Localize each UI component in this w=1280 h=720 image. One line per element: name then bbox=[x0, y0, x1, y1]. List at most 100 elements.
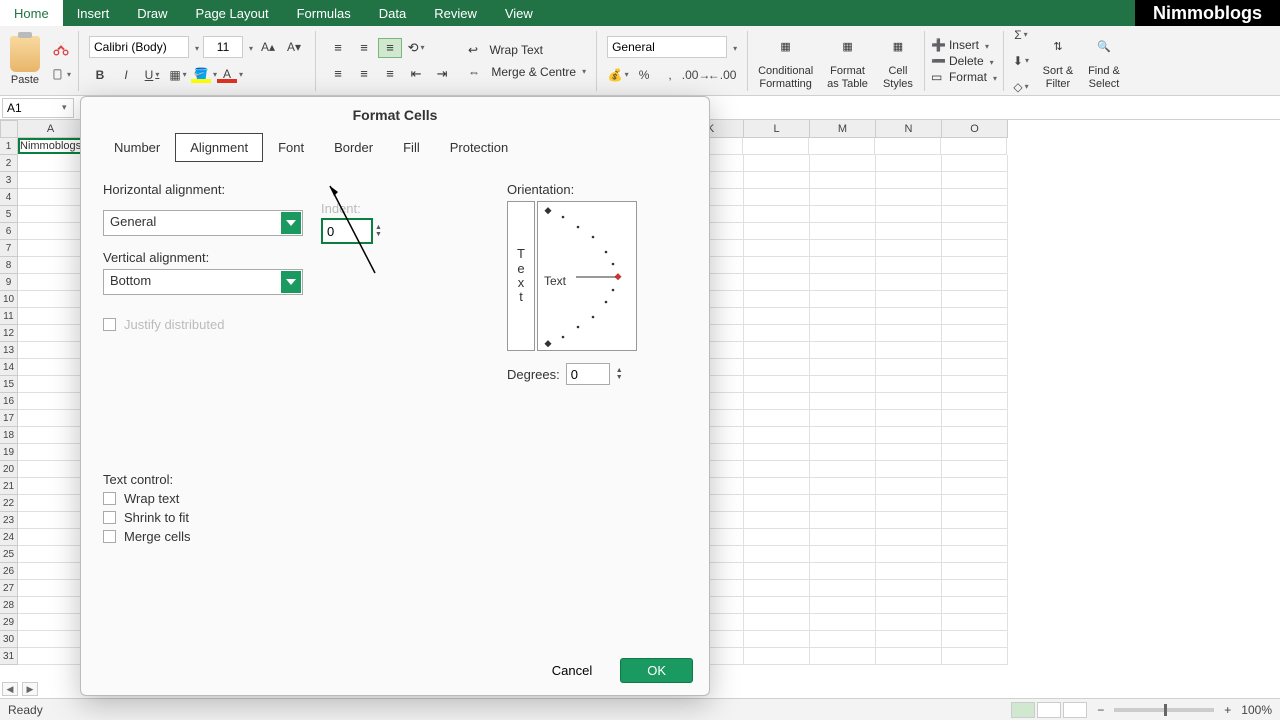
align-left-icon[interactable]: ≡ bbox=[326, 64, 350, 84]
column-header[interactable]: A bbox=[18, 120, 84, 138]
cell[interactable] bbox=[876, 189, 942, 206]
cell[interactable] bbox=[942, 597, 1008, 614]
cell[interactable] bbox=[876, 376, 942, 393]
cell[interactable] bbox=[942, 444, 1008, 461]
row-header[interactable]: 10 bbox=[0, 291, 18, 308]
cell[interactable] bbox=[876, 291, 942, 308]
cell[interactable] bbox=[744, 444, 810, 461]
font-name-select[interactable] bbox=[89, 36, 189, 58]
delete-cells-button[interactable]: ➖Delete bbox=[931, 54, 997, 68]
find-select-button[interactable]: 🔍Find & Select bbox=[1084, 29, 1124, 91]
dropdown-arrow-icon[interactable] bbox=[281, 271, 301, 293]
cell[interactable] bbox=[876, 563, 942, 580]
fill-icon[interactable]: ⬇ bbox=[1010, 50, 1032, 72]
row-header[interactable]: 24 bbox=[0, 529, 18, 546]
cell[interactable] bbox=[810, 257, 876, 274]
align-top-icon[interactable]: ≡ bbox=[326, 38, 350, 58]
cell[interactable] bbox=[18, 308, 84, 325]
cell[interactable] bbox=[810, 529, 876, 546]
cell[interactable] bbox=[744, 189, 810, 206]
cell[interactable]: Nimmoblogs bbox=[18, 138, 83, 154]
cell[interactable] bbox=[810, 308, 876, 325]
cell[interactable] bbox=[876, 427, 942, 444]
cell[interactable] bbox=[744, 308, 810, 325]
sheet-next-icon[interactable]: ▶ bbox=[22, 682, 38, 696]
sort-filter-button[interactable]: ⇅Sort & Filter bbox=[1038, 29, 1078, 91]
border-icon[interactable]: ▦ bbox=[167, 64, 189, 86]
align-right-icon[interactable]: ≡ bbox=[378, 64, 402, 84]
cell[interactable] bbox=[942, 240, 1008, 257]
cell[interactable] bbox=[744, 614, 810, 631]
cell[interactable] bbox=[876, 512, 942, 529]
cell[interactable] bbox=[876, 597, 942, 614]
row-header[interactable]: 8 bbox=[0, 257, 18, 274]
clipboard-copy-icon[interactable] bbox=[50, 64, 72, 86]
font-size-select[interactable] bbox=[203, 36, 243, 58]
dialog-tab-font[interactable]: Font bbox=[263, 133, 319, 162]
tab-review[interactable]: Review bbox=[420, 0, 491, 26]
cell[interactable] bbox=[876, 529, 942, 546]
zoom-level[interactable]: 100% bbox=[1241, 703, 1272, 717]
cell[interactable] bbox=[744, 257, 810, 274]
cell[interactable] bbox=[744, 512, 810, 529]
cell[interactable] bbox=[876, 206, 942, 223]
cell[interactable] bbox=[744, 529, 810, 546]
row-header[interactable]: 31 bbox=[0, 648, 18, 665]
cell[interactable] bbox=[810, 223, 876, 240]
number-format-select[interactable] bbox=[607, 36, 727, 58]
row-header[interactable]: 17 bbox=[0, 410, 18, 427]
indent-increase-icon[interactable]: ⇥ bbox=[430, 64, 454, 84]
cell[interactable] bbox=[876, 325, 942, 342]
cell[interactable] bbox=[876, 614, 942, 631]
cell[interactable] bbox=[810, 512, 876, 529]
row-header[interactable]: 23 bbox=[0, 512, 18, 529]
comma-icon[interactable]: , bbox=[659, 64, 681, 86]
cell[interactable] bbox=[18, 155, 84, 172]
cell[interactable] bbox=[18, 495, 84, 512]
cell[interactable] bbox=[18, 393, 84, 410]
cell[interactable] bbox=[942, 257, 1008, 274]
cell[interactable] bbox=[942, 393, 1008, 410]
cell[interactable] bbox=[18, 648, 84, 665]
cell[interactable] bbox=[18, 172, 84, 189]
orientation-icon[interactable]: ⟲ bbox=[404, 38, 428, 58]
cell[interactable] bbox=[876, 393, 942, 410]
row-header[interactable]: 16 bbox=[0, 393, 18, 410]
column-header[interactable]: M bbox=[810, 120, 876, 138]
cell[interactable] bbox=[18, 461, 84, 478]
currency-icon[interactable]: 💰 bbox=[607, 64, 629, 86]
tab-data[interactable]: Data bbox=[365, 0, 420, 26]
cell[interactable] bbox=[18, 427, 84, 444]
cell[interactable] bbox=[18, 325, 84, 342]
cell[interactable] bbox=[744, 580, 810, 597]
cell[interactable] bbox=[810, 648, 876, 665]
cell[interactable] bbox=[942, 376, 1008, 393]
cell[interactable] bbox=[876, 172, 942, 189]
row-header[interactable]: 27 bbox=[0, 580, 18, 597]
cell[interactable] bbox=[942, 495, 1008, 512]
wrap-text-checkbox[interactable] bbox=[103, 492, 116, 505]
horizontal-alignment-select[interactable]: General bbox=[103, 210, 303, 236]
font-color-icon[interactable]: A bbox=[219, 64, 241, 86]
cell[interactable] bbox=[942, 172, 1008, 189]
cell[interactable] bbox=[744, 478, 810, 495]
cell[interactable] bbox=[744, 495, 810, 512]
row-header[interactable]: 15 bbox=[0, 376, 18, 393]
cell[interactable] bbox=[942, 359, 1008, 376]
cell[interactable] bbox=[876, 495, 942, 512]
cell[interactable] bbox=[18, 546, 84, 563]
row-header[interactable]: 18 bbox=[0, 427, 18, 444]
degrees-spin-up-icon[interactable]: ▲ bbox=[616, 367, 623, 374]
align-center-icon[interactable]: ≡ bbox=[352, 64, 376, 84]
zoom-out-icon[interactable]: − bbox=[1097, 703, 1104, 717]
cell[interactable] bbox=[18, 240, 84, 257]
cell[interactable] bbox=[744, 597, 810, 614]
cell[interactable] bbox=[810, 461, 876, 478]
row-header[interactable]: 9 bbox=[0, 274, 18, 291]
cell[interactable] bbox=[810, 172, 876, 189]
cell[interactable] bbox=[810, 478, 876, 495]
cell[interactable] bbox=[744, 155, 810, 172]
cell[interactable] bbox=[810, 206, 876, 223]
shrink-to-fit-checkbox[interactable] bbox=[103, 511, 116, 524]
font-size-arrow-icon[interactable] bbox=[247, 39, 253, 54]
